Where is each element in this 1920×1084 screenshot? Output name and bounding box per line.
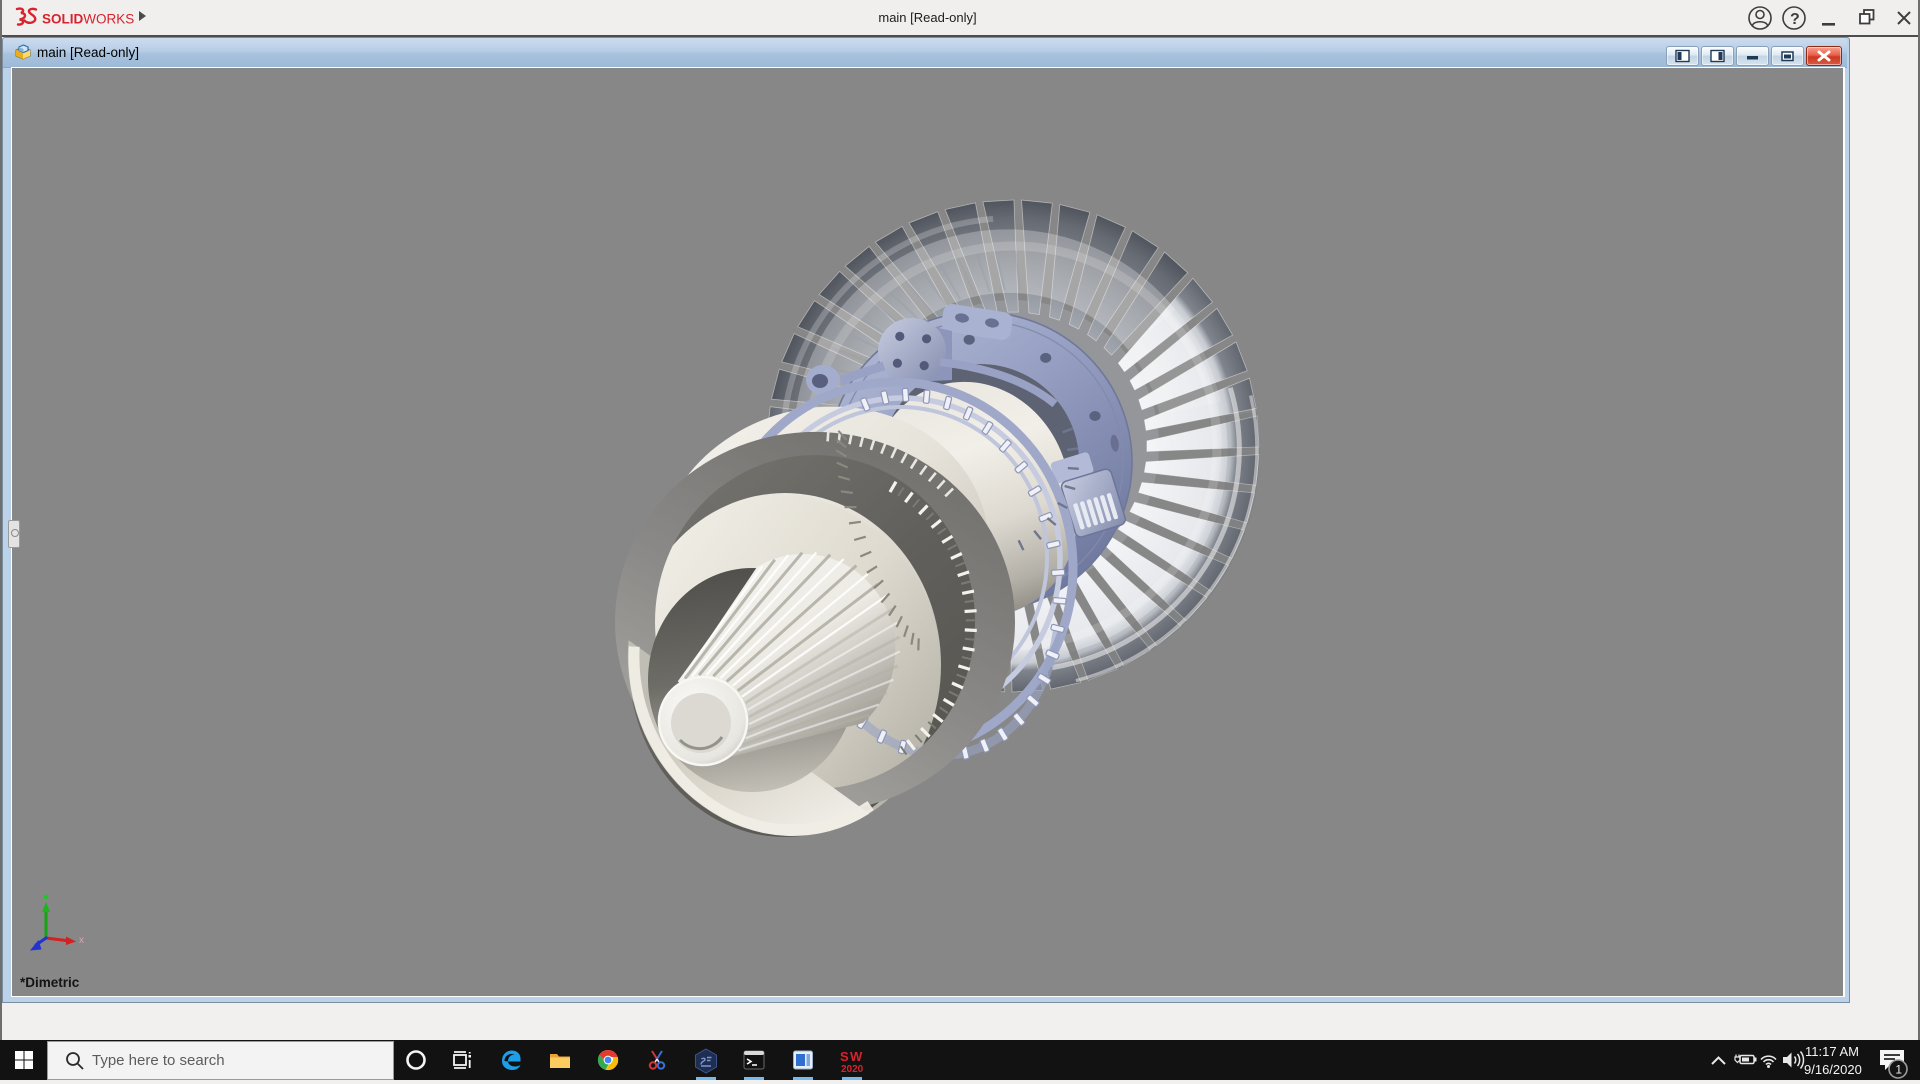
svg-text:S: S [840, 1049, 849, 1064]
svg-text:2020: 2020 [841, 1064, 864, 1074]
svg-text:x: x [79, 935, 84, 946]
svg-text:1: 1 [1895, 1063, 1902, 1077]
svg-text:W: W [850, 1049, 863, 1064]
svg-text:?: ? [1790, 11, 1800, 28]
